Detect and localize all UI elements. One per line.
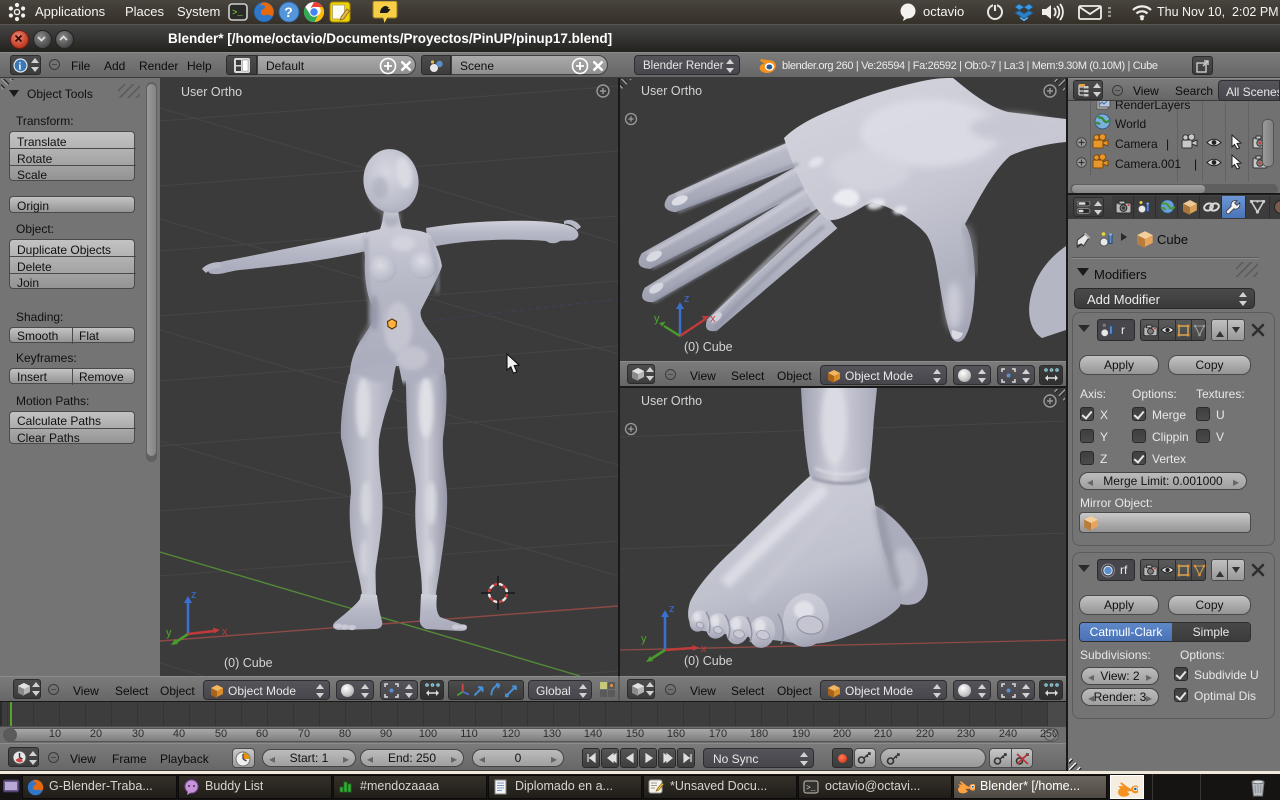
svg-text:x: x xyxy=(222,626,228,638)
svg-text:>_: >_ xyxy=(232,8,243,18)
svg-text:User Ortho: User Ortho xyxy=(181,85,242,99)
svg-text:y: y xyxy=(166,627,172,639)
svg-text:z: z xyxy=(669,603,675,615)
svg-text:z: z xyxy=(191,589,197,601)
svg-text:z: z xyxy=(684,293,690,305)
svg-text:(0) Cube: (0) Cube xyxy=(224,656,273,670)
svg-text:>_: >_ xyxy=(806,784,816,793)
svg-text:(0) Cube: (0) Cube xyxy=(684,340,733,354)
svg-text:User Ortho: User Ortho xyxy=(641,84,702,98)
svg-text:y: y xyxy=(654,313,660,325)
svg-text:(0) Cube: (0) Cube xyxy=(684,654,733,668)
svg-text:?: ? xyxy=(284,4,293,20)
svg-text:User Ortho: User Ortho xyxy=(641,394,702,408)
svg-text:i: i xyxy=(19,62,22,73)
svg-text:x: x xyxy=(701,643,707,655)
svg-text:x: x xyxy=(710,313,716,325)
svg-text:y: y xyxy=(641,633,647,645)
